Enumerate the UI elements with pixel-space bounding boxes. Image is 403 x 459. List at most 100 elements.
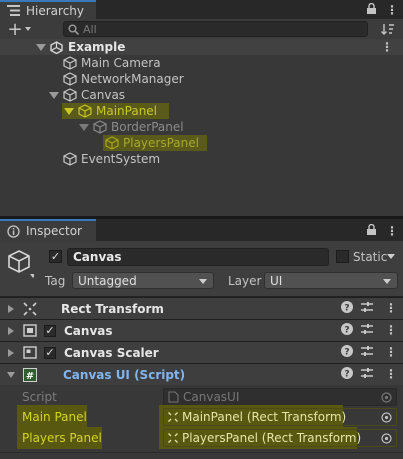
- svg-text:?: ?: [344, 304, 349, 314]
- hierarchy-item-border-panel[interactable]: BorderPanel: [0, 119, 403, 135]
- add-label: +: [7, 18, 23, 40]
- settings-sliders-icon[interactable]: [361, 345, 373, 357]
- svg-text:?: ?: [344, 370, 349, 380]
- hierarchy-item-main-camera[interactable]: Main Camera: [0, 55, 403, 71]
- create-button[interactable]: +: [6, 18, 32, 40]
- hierarchy-item-players-panel[interactable]: PlayersPanel: [0, 135, 403, 151]
- rect-transform-icon: [168, 412, 178, 422]
- unity-scene-icon: [50, 40, 63, 54]
- gameobject-cube-icon: [93, 120, 107, 134]
- more-menu-icon[interactable]: ⋮: [386, 224, 398, 238]
- search-field[interactable]: All: [63, 21, 368, 37]
- players-panel-field[interactable]: PlayersPanel (Rect Transform): [163, 429, 397, 447]
- layer-dropdown[interactable]: UI: [264, 272, 398, 289]
- component-more-icon[interactable]: ⋮: [385, 301, 397, 315]
- players-panel-row: Players Panel PlayersPanel (Rect Transfo…: [0, 428, 403, 448]
- script-value: CanvasUI: [183, 390, 240, 404]
- hierarchy-item-label: NetworkManager: [81, 72, 184, 86]
- help-icon[interactable]: ?: [341, 301, 353, 313]
- csharp-script-icon: #: [23, 367, 37, 382]
- svg-text:?: ?: [344, 348, 349, 358]
- object-picker-icon[interactable]: [381, 412, 392, 426]
- settings-sliders-icon[interactable]: [361, 323, 373, 335]
- svg-text:?: ?: [344, 326, 349, 336]
- field-value: MainPanel (Rect Transform): [182, 410, 347, 424]
- help-icon[interactable]: ?: [341, 367, 353, 379]
- rect-transform-icon: [23, 301, 37, 316]
- canvas-icon: [23, 324, 37, 337]
- csharp-script-icon: [168, 391, 179, 403]
- more-menu-icon[interactable]: ⋮: [386, 3, 398, 17]
- object-picker-icon[interactable]: [381, 433, 392, 447]
- foldout-arrow-icon: [8, 348, 14, 357]
- scene-row[interactable]: Example ⋮: [0, 39, 403, 55]
- settings-sliders-icon[interactable]: [361, 367, 373, 379]
- component-label: Canvas Scaler: [64, 345, 159, 360]
- component-canvas-ui-script[interactable]: # Canvas UI (Script) ? ⋮: [0, 363, 403, 385]
- object-name-field[interactable]: Canvas: [67, 248, 329, 266]
- object-name: Canvas: [73, 250, 122, 264]
- component-enabled-checkbox[interactable]: ✓: [44, 324, 56, 337]
- script-field[interactable]: CanvasUI: [163, 388, 397, 406]
- expand-arrow-icon: [36, 43, 46, 51]
- info-icon: [6, 224, 20, 238]
- tag-dropdown[interactable]: Untagged: [72, 272, 214, 289]
- hierarchy-tree: Example ⋮ Main Camera NetworkManager Can…: [0, 39, 403, 216]
- hierarchy-tab-controls: ⋮: [367, 0, 398, 19]
- hierarchy-item-label: PlayersPanel: [123, 136, 199, 150]
- hierarchy-item-network-manager[interactable]: NetworkManager: [0, 71, 403, 87]
- hierarchy-item-event-system[interactable]: EventSystem: [0, 151, 403, 167]
- list-icon: [6, 4, 20, 18]
- sort-icon[interactable]: [378, 21, 398, 37]
- scene-more-icon[interactable]: ⋮: [381, 40, 393, 54]
- inspector-tab-controls: ⋮: [367, 221, 398, 240]
- tab-hierarchy[interactable]: Hierarchy: [0, 0, 96, 19]
- component-canvas-scaler[interactable]: ✓ Canvas Scaler ? ⋮: [0, 341, 403, 363]
- gameobject-cube-icon: [63, 152, 77, 166]
- foldout-arrow-icon: [8, 304, 14, 313]
- script-row: Script CanvasUI: [0, 387, 403, 407]
- lock-icon[interactable]: [367, 223, 376, 238]
- tab-inspector-label: Inspector: [26, 224, 82, 238]
- layer-value: UI: [270, 273, 283, 288]
- search-placeholder: All: [83, 22, 97, 36]
- settings-sliders-icon[interactable]: [361, 301, 373, 313]
- static-dropdown-icon[interactable]: [387, 254, 395, 259]
- component-more-icon[interactable]: ⋮: [385, 323, 397, 337]
- hierarchy-item-canvas[interactable]: Canvas: [0, 87, 403, 103]
- component-more-icon[interactable]: ⋮: [385, 367, 397, 381]
- object-picker-icon[interactable]: [381, 392, 392, 406]
- static-checkbox[interactable]: [336, 250, 349, 263]
- component-label: Canvas UI (Script): [63, 367, 186, 382]
- tag-label: Tag: [45, 274, 66, 288]
- field-label: Main Panel: [22, 410, 87, 424]
- help-icon[interactable]: ?: [341, 345, 353, 357]
- component-label: Canvas: [64, 323, 113, 338]
- component-more-icon[interactable]: ⋮: [385, 345, 397, 359]
- rect-transform-icon: [168, 433, 178, 443]
- canvas-scaler-icon: [23, 346, 37, 359]
- chevron-down-icon: [199, 279, 207, 284]
- field-label: Players Panel: [22, 431, 102, 445]
- main-panel-field[interactable]: MainPanel (Rect Transform): [163, 408, 397, 426]
- gameobject-cube-icon: [63, 56, 77, 70]
- gameobject-cube-icon: [63, 72, 77, 86]
- gameobject-large-icon[interactable]: [8, 250, 36, 283]
- component-canvas[interactable]: ✓ Canvas ? ⋮: [0, 319, 403, 341]
- svg-text:#: #: [26, 371, 34, 382]
- hierarchy-toolbar: + All: [0, 19, 403, 40]
- object-header: ✓ Canvas Static Tag Untagged Layer UI: [0, 241, 403, 297]
- lock-icon[interactable]: [367, 2, 376, 17]
- search-icon: [68, 24, 79, 35]
- hierarchy-item-label: MainPanel: [96, 104, 158, 118]
- active-checkbox[interactable]: ✓: [49, 250, 62, 263]
- component-label: Rect Transform: [61, 301, 164, 316]
- hierarchy-item-main-panel[interactable]: MainPanel: [0, 103, 403, 119]
- help-icon[interactable]: ?: [341, 323, 353, 335]
- expand-arrow-icon: [64, 107, 74, 115]
- foldout-arrow-icon: [7, 371, 15, 378]
- expand-arrow-icon: [79, 123, 89, 131]
- tab-inspector[interactable]: Inspector: [0, 219, 96, 241]
- component-rect-transform[interactable]: Rect Transform ? ⋮: [0, 297, 403, 319]
- component-enabled-checkbox[interactable]: ✓: [44, 346, 56, 359]
